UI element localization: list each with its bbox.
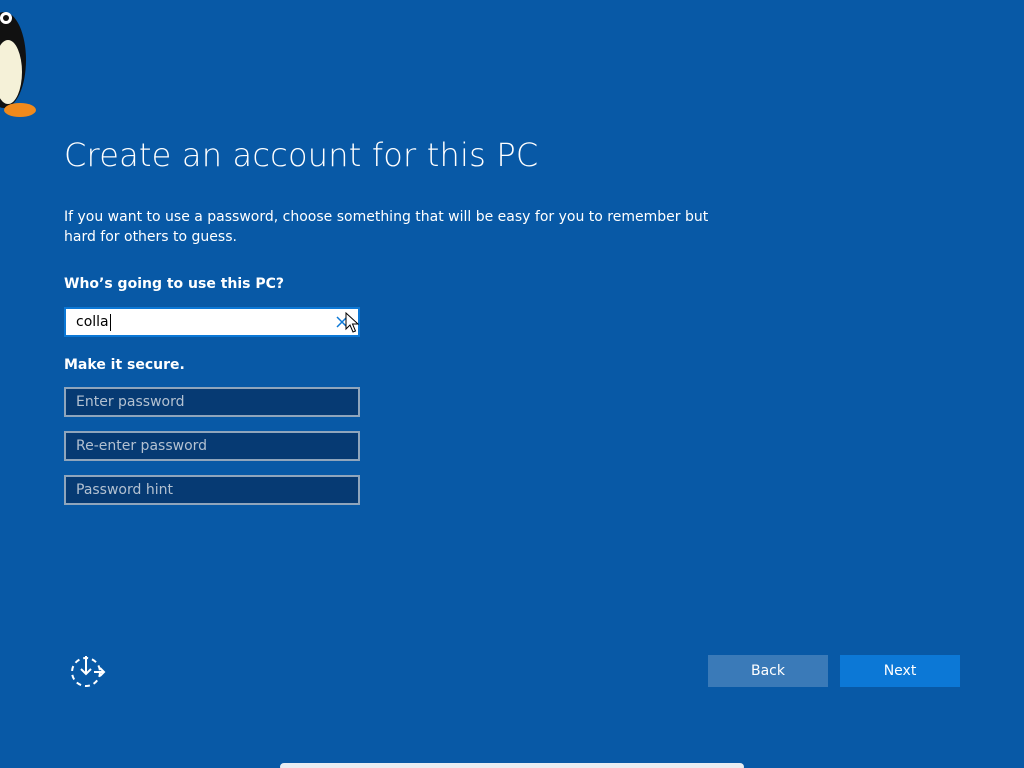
text-caret xyxy=(109,313,111,331)
password-field[interactable]: Enter password xyxy=(64,387,360,417)
mouse-pointer-icon xyxy=(345,312,359,333)
secure-label: Make it secure. xyxy=(64,357,185,373)
page-description: If you want to use a password, choose so… xyxy=(64,209,709,245)
reenter-password-placeholder: Re-enter password xyxy=(76,438,208,454)
password-placeholder: Enter password xyxy=(76,394,185,410)
ease-of-access-icon[interactable] xyxy=(68,653,108,689)
penguin-icon xyxy=(0,12,36,117)
who-label: Who’s going to use this PC? xyxy=(64,276,285,292)
page-title: Create an account for this PC xyxy=(64,136,539,174)
reenter-password-field[interactable]: Re-enter password xyxy=(64,431,360,461)
back-button[interactable]: Back xyxy=(708,655,828,687)
username-value: colla xyxy=(76,314,109,330)
password-hint-field[interactable]: Password hint xyxy=(64,475,360,505)
next-button[interactable]: Next xyxy=(840,655,960,687)
taskbar-edge xyxy=(280,763,744,768)
username-field[interactable]: colla xyxy=(64,307,360,337)
password-hint-placeholder: Password hint xyxy=(76,482,173,498)
